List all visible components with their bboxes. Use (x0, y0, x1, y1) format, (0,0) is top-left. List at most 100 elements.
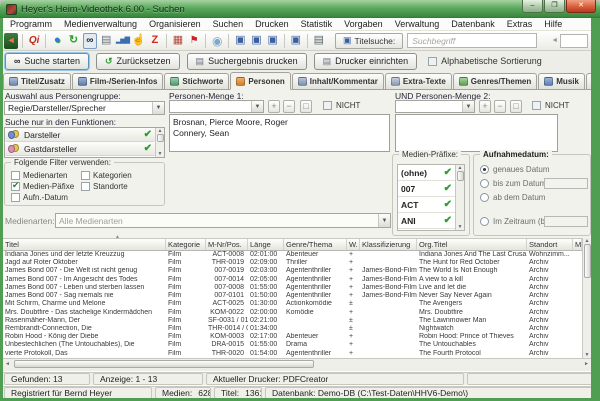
remove-person-button[interactable]: − (283, 100, 295, 113)
funktionen-scrollbar[interactable]: ▲▼ (155, 128, 164, 157)
tab-musik[interactable]: Musik (538, 73, 585, 89)
table-row[interactable]: James Bond 007 - Die Welt ist nicht genu… (3, 267, 582, 275)
zuruecksetzen-button[interactable]: ↺ Zurücksetzen (96, 53, 180, 70)
genaues-datum-radio[interactable] (480, 165, 489, 174)
standorte-checkbox[interactable] (81, 182, 90, 191)
table-row[interactable]: Mrs. Doubtfire - Das stachelige Kindermä… (3, 309, 582, 317)
menu-drucken[interactable]: Drucken (249, 18, 295, 30)
statistics-icon[interactable]: ▂▅▇ (115, 33, 129, 49)
column-header-orgtitel[interactable]: Org.Titel (417, 239, 527, 250)
nicht2-checkbox[interactable] (532, 101, 541, 110)
chevron-down-icon[interactable]: ▼ (462, 101, 474, 112)
tab-inhalt-kommentar[interactable]: Inhalt/Kommentar (292, 73, 384, 89)
menu-suchen[interactable]: Suchen (207, 18, 250, 30)
praefix-row[interactable]: (ohne)✔ (398, 165, 455, 181)
praefix-row[interactable]: ANI✔ (398, 213, 455, 229)
table-row[interactable]: vierte Protokoll, DasFilmTHR-002001:54:0… (3, 350, 582, 358)
bis-zum-datum-option[interactable]: bis zum Datum (480, 179, 546, 188)
filter-aufn-datum[interactable]: Aufn.-Datum (11, 192, 81, 203)
column-header-kategorie[interactable]: Kategorie (166, 239, 206, 250)
print-preview-icon[interactable]: ▤ (312, 33, 326, 49)
filter-medienarten[interactable]: Medienarten (11, 170, 81, 181)
personen-menge2-textarea[interactable] (395, 114, 558, 152)
column-header-laenge[interactable]: Länge (248, 239, 284, 250)
pager-box[interactable] (560, 34, 588, 48)
genaues-datum-option[interactable]: genaues Datum (480, 165, 549, 174)
tab-film-serien-infos[interactable]: Film-/Serien-Infos (72, 73, 164, 89)
clear-set2-button[interactable]: □ (510, 100, 522, 113)
zeitraum-input[interactable] (544, 216, 588, 227)
table-row[interactable]: Mit Schirm, Charme und MeloneFilmACT-002… (3, 300, 582, 308)
suche-starten-button[interactable]: ∞ Suche starten (5, 53, 89, 70)
tab-extra-texte[interactable]: Extra-Texte (385, 73, 452, 89)
update-icon[interactable]: ↻ (66, 33, 80, 49)
loan-icon[interactable]: ☝ (132, 33, 146, 49)
ab-dem-datum-radio[interactable] (480, 193, 489, 202)
table-row[interactable]: Rembrandt-Connection, DieFilmTHR-0014 / … (3, 325, 582, 333)
add-person2-button[interactable]: + (479, 100, 491, 113)
menu-organisieren[interactable]: Organisieren (143, 18, 207, 30)
column-header-genre[interactable]: Genre/Thema (284, 239, 347, 250)
filter-standorte[interactable]: Standorte (81, 181, 151, 192)
alphabetische-sortierung-checkbox[interactable] (428, 57, 437, 66)
disk-database-icon[interactable]: ▣ (249, 33, 263, 49)
column-header-titel[interactable]: Titel (3, 239, 166, 250)
medien-praefixe-checkbox[interactable] (11, 182, 20, 191)
funktion-gastdarsteller-row[interactable]: Gastdarsteller ✔ (5, 142, 155, 156)
menu-medienverwaltung[interactable]: Medienverwaltung (58, 18, 143, 30)
edit-list-icon[interactable]: Z (148, 33, 162, 49)
cd-icon[interactable]: ◉ (210, 33, 224, 49)
column-header-klassifizierung[interactable]: Klassifizierung (360, 239, 417, 250)
personengruppe-combobox[interactable]: Regie/Darsteller/Sprecher ▼ (4, 101, 165, 115)
scrollbar-thumb[interactable] (14, 360, 314, 368)
title-bar[interactable]: Heyer's Heim-Videothek 6.00 - Suchen – ❐… (0, 0, 600, 18)
medienarten-checkbox[interactable] (11, 171, 20, 180)
column-header-standort[interactable]: Standort (527, 239, 573, 250)
column-header-mnr[interactable]: M-Nr/Pos. (206, 239, 248, 250)
scroll-down-icon[interactable]: ▼ (158, 151, 163, 157)
bis-datum-input[interactable] (544, 178, 588, 189)
drucker-einrichten-button[interactable]: ▤ Drucker einrichten (314, 53, 418, 70)
disk-save-icon[interactable]: ▣ (289, 33, 303, 49)
pager-left-icon[interactable]: ◄ (551, 37, 558, 44)
nicht2-option[interactable]: NICHT (532, 101, 569, 110)
flag-icon[interactable]: ⚑ (187, 33, 201, 49)
menu-datenbank[interactable]: Datenbank (445, 18, 501, 30)
kategorien-checkbox[interactable] (81, 171, 90, 180)
scrollbar-thumb[interactable] (584, 244, 591, 278)
search-input[interactable] (407, 33, 537, 48)
tab-titel-zusatz[interactable]: Titel/Zusatz (3, 73, 71, 89)
scroll-down-icon[interactable]: ▼ (458, 224, 463, 230)
filter-medien-praefixe[interactable]: Medien-Päfixe (11, 181, 81, 192)
bis-zum-datum-radio[interactable] (480, 179, 489, 188)
tab-stichworte[interactable]: Stichworte (164, 73, 229, 89)
praefixe-scrollbar[interactable]: ▲▼ (455, 165, 464, 230)
table-row[interactable]: James Bond 007 - Leben und sterben lasse… (3, 284, 582, 292)
menu-programm[interactable]: Programm (4, 18, 58, 30)
disk-export-icon[interactable]: ▣ (233, 33, 247, 49)
table-row[interactable]: Rasenmäher-Mann, DerFilmSF-0031 / 0102:2… (3, 317, 582, 325)
table-row[interactable]: James Bond 007 - Im Angesicht des TodesF… (3, 276, 582, 284)
maximize-button[interactable]: ❐ (544, 0, 565, 13)
chevron-down-icon[interactable]: ▼ (152, 102, 164, 114)
personen-menge2-combobox[interactable]: ▼ (395, 100, 475, 113)
column-header-w[interactable]: W. (347, 239, 360, 250)
menu-extras[interactable]: Extras (501, 18, 539, 30)
exit-icon[interactable]: ◄ (4, 33, 18, 49)
table-row[interactable]: Unbestechlichen (The Untouchables), DieF… (3, 341, 582, 349)
disk-edit-icon[interactable]: ▣ (266, 33, 280, 49)
print-icon[interactable]: ▤ (99, 33, 113, 49)
aufn-datum-checkbox[interactable] (11, 193, 20, 202)
funktion-darsteller-row[interactable]: Darsteller ✔ (5, 128, 155, 142)
nicht1-option[interactable]: NICHT (323, 101, 360, 110)
internet-icon[interactable]: ● (50, 33, 64, 49)
praefix-row[interactable]: ACT✔ (398, 197, 455, 213)
table-hscrollbar[interactable]: ◄ ► (3, 358, 591, 368)
ab-dem-datum-option[interactable]: ab dem Datum (480, 193, 545, 202)
personen-menge1-combobox[interactable]: ▼ (169, 100, 264, 113)
nicht1-checkbox[interactable] (323, 101, 332, 110)
qi-logo-icon[interactable]: Qi (27, 33, 41, 49)
search-icon[interactable]: ∞ (83, 33, 98, 49)
table-row[interactable]: James Bond 007 - Sag niemals nieFilm007-… (3, 292, 582, 300)
praefix-row[interactable]: 007✔ (398, 181, 455, 197)
